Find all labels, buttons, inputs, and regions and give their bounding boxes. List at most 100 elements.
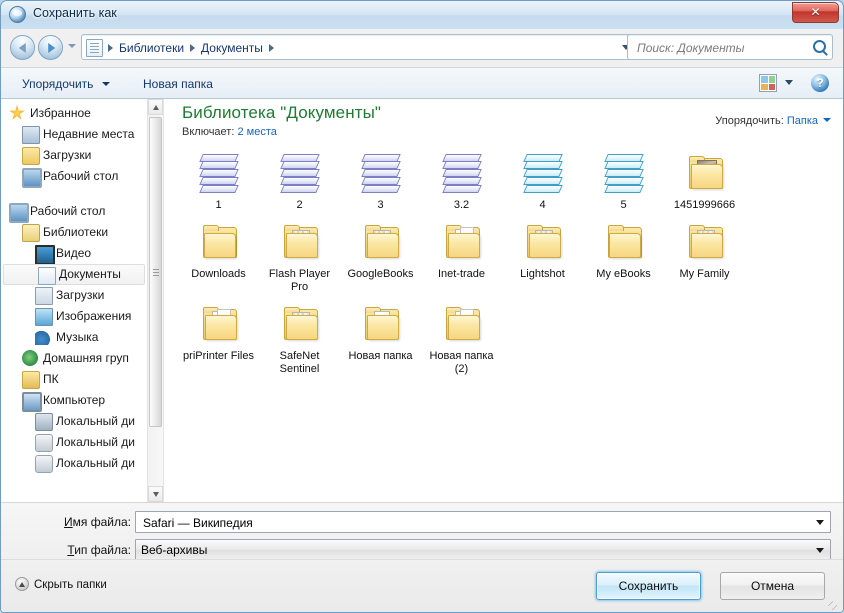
save-button[interactable]: Сохранить bbox=[596, 572, 701, 600]
sidebar-item-документы[interactable]: Документы bbox=[3, 264, 145, 285]
pictures-icon bbox=[35, 308, 53, 326]
back-button[interactable] bbox=[10, 35, 35, 60]
sidebar-item-label: Документы bbox=[59, 267, 121, 281]
folder-papers-icon bbox=[438, 220, 486, 266]
filename-input[interactable] bbox=[141, 512, 808, 534]
file-item[interactable]: 1 bbox=[178, 151, 259, 212]
organize-button[interactable]: Упорядочить bbox=[15, 74, 117, 95]
view-mode-icon[interactable] bbox=[759, 74, 777, 92]
search-input[interactable] bbox=[635, 35, 809, 61]
computer-icon bbox=[22, 392, 42, 412]
recent-locations-chevron-icon[interactable] bbox=[68, 44, 76, 48]
filename-row: Имя файла: bbox=[1, 511, 843, 534]
view-mode-chevron-icon[interactable] bbox=[785, 80, 793, 85]
file-item[interactable]: SafeNet Sentinel bbox=[259, 302, 340, 376]
file-item[interactable]: Inet-trade bbox=[421, 220, 502, 294]
filename-accel: И bbox=[64, 515, 73, 529]
close-button[interactable]: ✕ bbox=[792, 2, 839, 23]
file-item[interactable]: My Family bbox=[664, 220, 745, 294]
file-item[interactable]: 4 bbox=[502, 151, 583, 212]
sidebar-item-label: Локальный ди bbox=[56, 456, 135, 470]
chevron-down-icon[interactable] bbox=[823, 118, 831, 122]
sidebar-item-label: Библиотеки bbox=[43, 225, 109, 239]
file-item-label: GoogleBooks bbox=[347, 268, 414, 280]
cancel-button[interactable]: Отмена bbox=[720, 572, 825, 600]
recent-places-icon bbox=[22, 126, 40, 144]
forward-button[interactable] bbox=[38, 35, 63, 60]
search-box[interactable] bbox=[627, 34, 833, 61]
new-folder-button[interactable]: Новая папка bbox=[136, 74, 220, 95]
file-item-label: 3 bbox=[377, 199, 384, 211]
file-item[interactable]: 3.2 bbox=[421, 151, 502, 212]
sidebar-item-домашняя-груп[interactable]: Домашняя груп bbox=[1, 348, 150, 369]
drive-icon bbox=[35, 434, 53, 452]
sidebar-item-избранное[interactable]: Избранное bbox=[1, 103, 150, 124]
save-as-dialog: Сохранить как ✕ Библиотеки Документы ↶ bbox=[0, 0, 844, 613]
library-includes: Включает: 2 места bbox=[182, 126, 833, 138]
hide-folders-button[interactable]: Скрыть папки bbox=[15, 577, 107, 591]
sidebar-item-музыка[interactable]: Музыка bbox=[1, 327, 150, 348]
file-item-label: SafeNet Sentinel bbox=[279, 350, 320, 375]
stack-purple-icon bbox=[195, 151, 243, 197]
sidebar-item-label: Домашняя груп bbox=[43, 351, 129, 365]
sidebar-item-библиотеки[interactable]: Библиотеки bbox=[1, 222, 150, 243]
filetype-select[interactable]: Веб-архивы bbox=[135, 539, 831, 561]
address-bar[interactable]: Библиотеки Документы bbox=[81, 34, 637, 60]
sidebar-item-локальный-ди[interactable]: Локальный ди bbox=[1, 432, 150, 453]
homegroup-icon bbox=[22, 350, 38, 366]
sidebar-item-изображения[interactable]: Изображения bbox=[1, 306, 150, 327]
scrollbar-thumb[interactable] bbox=[149, 117, 162, 427]
sidebar-item-загрузки[interactable]: Загрузки bbox=[1, 145, 150, 166]
file-list-pane: Библиотека "Документы" Включает: 2 места… bbox=[164, 99, 843, 502]
filetype-label: Тип файла: bbox=[46, 539, 131, 561]
file-item[interactable]: Новая папка (2) bbox=[421, 302, 502, 376]
sidebar-item-рабочий-стол[interactable]: Рабочий стол bbox=[1, 201, 150, 223]
library-includes-value[interactable]: 2 места bbox=[237, 126, 276, 138]
filetype-dropdown-icon[interactable] bbox=[811, 540, 830, 560]
file-item[interactable]: 3 bbox=[340, 151, 421, 212]
navigation-scrollbar[interactable] bbox=[147, 99, 163, 502]
documents-icon bbox=[86, 39, 103, 57]
sidebar-item-пк[interactable]: ПК bbox=[1, 369, 150, 390]
sidebar-item-label: Рабочий стол bbox=[43, 169, 119, 183]
sidebar-item-рабочий-стол[interactable]: Рабочий стол bbox=[1, 166, 150, 188]
scroll-up-icon[interactable] bbox=[148, 99, 163, 115]
filename-label: Имя файла: bbox=[46, 511, 131, 533]
toolbar: Упорядочить Новая папка ? bbox=[1, 67, 843, 99]
breadcrumb-item-libraries[interactable]: Библиотеки bbox=[115, 41, 188, 55]
help-icon[interactable]: ? bbox=[811, 74, 829, 92]
file-item[interactable]: priPrinter Files bbox=[178, 302, 259, 376]
file-item[interactable]: Lightshot bbox=[502, 220, 583, 294]
folder-small-item-icon bbox=[357, 302, 405, 348]
folder-papers-icon bbox=[195, 302, 243, 348]
file-item[interactable]: 1451999666 bbox=[664, 151, 745, 212]
sidebar-item-видео[interactable]: Видео bbox=[1, 243, 150, 265]
filename-field[interactable] bbox=[135, 511, 831, 534]
file-item[interactable]: GoogleBooks bbox=[340, 220, 421, 294]
file-item-label: 3.2 bbox=[453, 199, 470, 211]
file-item[interactable]: My eBooks bbox=[583, 220, 664, 294]
arrange-value[interactable]: Папка bbox=[787, 115, 818, 127]
video-icon bbox=[35, 245, 55, 265]
arrange-label: Упорядочить: bbox=[715, 115, 784, 127]
file-item[interactable]: Downloads bbox=[178, 220, 259, 294]
file-item[interactable]: Новая папка bbox=[340, 302, 421, 376]
sidebar-item-label: Загрузки bbox=[56, 288, 105, 302]
file-item[interactable]: 2 bbox=[259, 151, 340, 212]
file-item[interactable]: 5 bbox=[583, 151, 664, 212]
hide-folders-label: Скрыть папки bbox=[34, 579, 107, 591]
sidebar-item-недавние-места[interactable]: Недавние места bbox=[1, 124, 150, 145]
scroll-down-icon[interactable] bbox=[148, 486, 163, 502]
breadcrumb-item-documents[interactable]: Документы bbox=[197, 41, 267, 55]
sidebar-item-локальный-ди[interactable]: Локальный ди bbox=[1, 411, 150, 432]
resize-grip[interactable] bbox=[828, 601, 840, 612]
sidebar-item-локальный-ди[interactable]: Локальный ди bbox=[1, 453, 150, 474]
sidebar-item-label: Компьютер bbox=[43, 393, 106, 407]
libraries-icon bbox=[22, 224, 40, 242]
folder-docs-icon bbox=[357, 220, 405, 266]
sidebar-item-компьютер[interactable]: Компьютер bbox=[1, 390, 150, 412]
sidebar-item-загрузки[interactable]: Загрузки bbox=[1, 285, 150, 306]
file-item[interactable]: Flash Player Pro bbox=[259, 220, 340, 294]
chevron-down-icon bbox=[101, 82, 110, 86]
filename-dropdown-icon[interactable] bbox=[811, 512, 830, 532]
